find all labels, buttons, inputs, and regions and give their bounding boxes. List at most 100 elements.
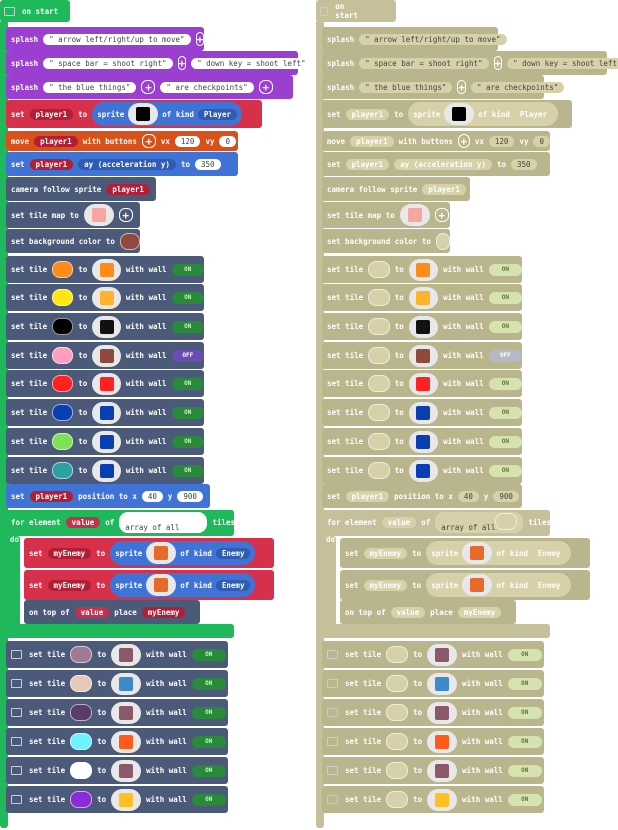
to-label: to	[412, 580, 422, 590]
wall-toggle[interactable]: ON	[507, 706, 542, 719]
comment-icon[interactable]	[327, 708, 338, 717]
wall-toggle[interactable]: ON	[507, 764, 542, 777]
array-swatch[interactable]	[495, 512, 518, 530]
tile-image-fill	[470, 578, 485, 592]
comment-icon[interactable]	[327, 737, 338, 746]
of-kind-label: of kind	[496, 548, 528, 558]
player1-dropdown[interactable]: player1	[345, 490, 390, 502]
tile-color-swatch[interactable]	[368, 318, 390, 335]
wall-toggle[interactable]: ON	[488, 263, 522, 276]
right-set-tile-block: set tile to with wall ON	[322, 313, 522, 340]
right-position-block: set player1 position to x 40 y 900	[322, 484, 522, 508]
wall-toggle[interactable]: ON	[507, 648, 542, 661]
tile-image[interactable]	[427, 701, 458, 724]
wall-toggle[interactable]: ON	[488, 406, 522, 419]
add-icon[interactable]: +	[569, 80, 578, 94]
tile-color-swatch[interactable]	[368, 433, 390, 450]
tile-color-swatch[interactable]	[386, 791, 409, 808]
sprite-block[interactable]: sprite of kind Player	[408, 102, 558, 126]
accel-input[interactable]: 350	[510, 158, 537, 170]
vy-input[interactable]: 0	[533, 135, 550, 147]
kind-dropdown[interactable]: Enemy	[531, 579, 567, 591]
wall-toggle[interactable]: ON	[488, 320, 522, 333]
tile-image[interactable]	[408, 286, 439, 309]
add-icon[interactable]: +	[457, 80, 466, 94]
add-icon[interactable]: +	[511, 32, 521, 46]
tile-image[interactable]	[408, 459, 439, 482]
splash-text[interactable]: " are checkpoints"	[471, 81, 565, 93]
comment-icon[interactable]	[327, 795, 338, 804]
sprite-block[interactable]: sprite of kind Enemy	[426, 573, 572, 597]
comment-icon[interactable]	[320, 6, 329, 16]
kind-dropdown[interactable]: Enemy	[531, 547, 567, 559]
tile-image[interactable]	[408, 401, 439, 424]
tile-image[interactable]	[427, 788, 458, 811]
myenemy-dropdown[interactable]: myEnemy	[363, 579, 408, 591]
tile-image-fill	[407, 208, 422, 222]
with-wall-label: with wall	[462, 766, 503, 775]
add-icon[interactable]: +	[434, 208, 449, 222]
player1-dropdown[interactable]: player1	[422, 183, 466, 195]
tile-image[interactable]	[427, 730, 458, 753]
tile-color-swatch[interactable]	[386, 704, 409, 721]
player1-dropdown[interactable]: player1	[345, 158, 390, 170]
tile-image[interactable]	[427, 643, 458, 666]
y-input[interactable]: 900	[493, 490, 519, 502]
array-of-all-block[interactable]: array of all	[435, 511, 524, 533]
tile-color-swatch[interactable]	[368, 375, 390, 392]
sprite-block[interactable]: sprite of kind Enemy	[426, 541, 572, 565]
tilemap-image[interactable]	[399, 204, 430, 226]
tile-color-swatch[interactable]	[368, 462, 390, 479]
right-set-tile-block: set tile to with wall ON	[322, 670, 544, 697]
tile-image[interactable]	[408, 372, 439, 395]
value-dropdown[interactable]: value	[381, 516, 417, 528]
bg-color-swatch[interactable]	[435, 232, 450, 250]
wall-toggle[interactable]: ON	[488, 435, 522, 448]
add-icon[interactable]: +	[493, 56, 503, 70]
splash-text[interactable]: " arrow left/right/up to move"	[359, 33, 507, 45]
tile-image[interactable]	[408, 315, 439, 338]
x-input[interactable]: 40	[457, 490, 479, 502]
tile-color-swatch[interactable]	[368, 404, 390, 421]
wall-toggle[interactable]: ON	[488, 464, 522, 477]
wall-toggle[interactable]: ON	[488, 291, 522, 304]
splash-text[interactable]: " down key = shoot left"	[507, 57, 618, 69]
splash-text[interactable]: " space bar = shoot right"	[359, 57, 489, 69]
comment-icon[interactable]	[327, 650, 338, 659]
myenemy-dropdown[interactable]: myEnemy	[363, 547, 408, 559]
player1-dropdown[interactable]: player1	[345, 108, 390, 120]
splash-text[interactable]: " the blue things"	[359, 81, 453, 93]
tile-color-swatch[interactable]	[386, 646, 409, 663]
enemy-sprite-image[interactable]	[462, 574, 493, 596]
player1-dropdown[interactable]: player1	[350, 135, 394, 147]
tile-image[interactable]	[427, 759, 458, 782]
wall-toggle[interactable]: ON	[488, 377, 522, 390]
enemy-sprite-image[interactable]	[462, 542, 493, 564]
value-dropdown[interactable]: value	[390, 606, 426, 618]
wall-toggle[interactable]: OFF	[488, 349, 522, 362]
wall-toggle[interactable]: ON	[507, 735, 542, 748]
tile-color-swatch[interactable]	[368, 347, 390, 364]
myenemy-dropdown[interactable]: myEnemy	[457, 606, 502, 618]
comment-icon[interactable]	[327, 679, 338, 688]
comment-icon[interactable]	[327, 766, 338, 775]
tile-color-swatch[interactable]	[386, 675, 409, 692]
add-icon[interactable]: +	[457, 134, 470, 148]
tile-color-swatch[interactable]	[386, 762, 409, 779]
right-set-tile-block: set tile to with wall ON	[322, 284, 522, 311]
tile-image[interactable]	[408, 430, 439, 453]
to-label: to	[413, 737, 423, 746]
tile-color-swatch[interactable]	[368, 261, 390, 278]
tile-color-swatch[interactable]	[368, 289, 390, 306]
vx-input[interactable]: 120	[488, 135, 515, 147]
to-label: to	[412, 548, 422, 558]
player-sprite-image[interactable]	[444, 103, 475, 125]
tile-image[interactable]	[427, 672, 458, 695]
wall-toggle[interactable]: ON	[507, 793, 542, 806]
tile-color-swatch[interactable]	[386, 733, 409, 750]
tile-image[interactable]	[408, 344, 439, 367]
kind-dropdown[interactable]: Player	[513, 108, 553, 120]
tile-image[interactable]	[408, 258, 439, 281]
wall-toggle[interactable]: ON	[507, 677, 542, 690]
property-dropdown[interactable]: ay (acceleration y)	[394, 158, 492, 170]
